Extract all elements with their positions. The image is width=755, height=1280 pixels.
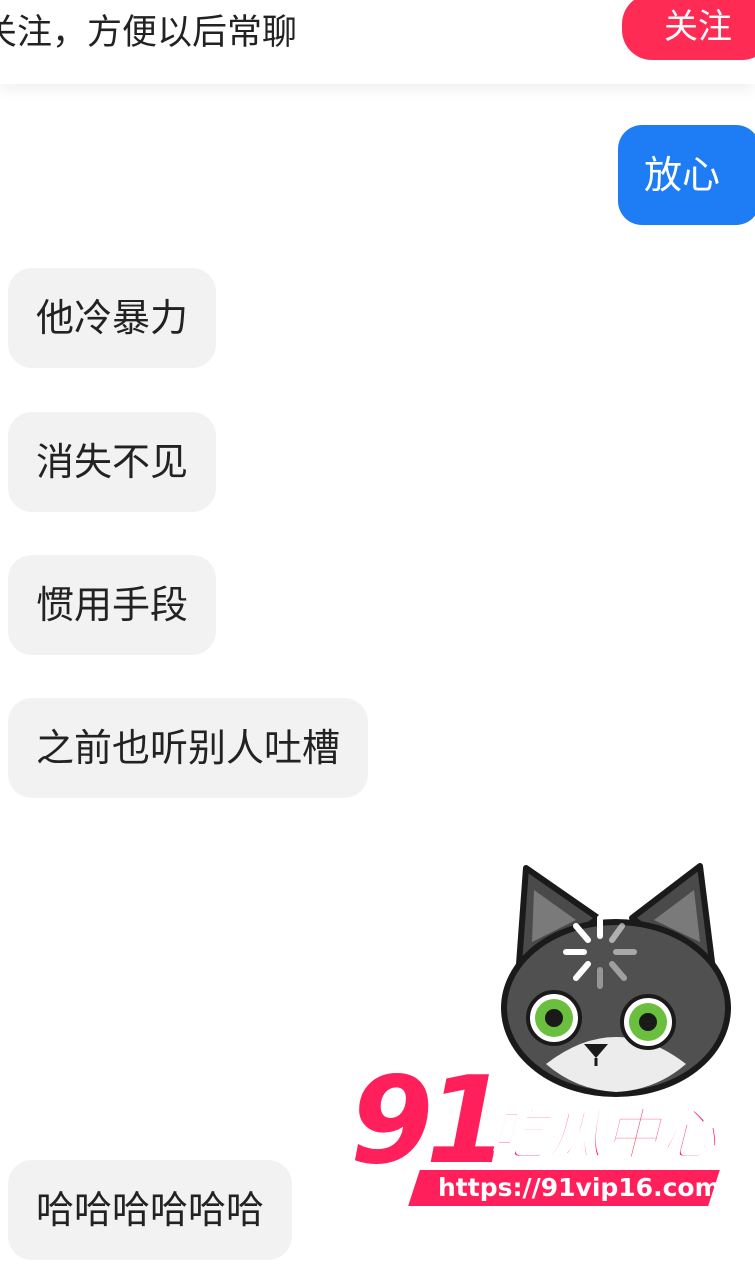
message-bubble-incoming[interactable]: 他冷暴力	[8, 268, 217, 368]
message-bubble-incoming[interactable]: 消失不见	[8, 412, 217, 512]
message-bubble-incoming[interactable]: 之前也听别人吐槽	[8, 698, 369, 798]
message-bubble-incoming[interactable]: 哈哈哈哈哈哈	[8, 1160, 293, 1260]
message-bubble-incoming[interactable]: 惯用手段	[8, 555, 217, 655]
follow-button[interactable]: 关注	[622, 0, 755, 60]
watermark-brand: 91	[350, 1052, 509, 1191]
chat-screen: 关注，方便以后常聊 关注 放心 他冷暴力 消失不见 惯用手段 之前也听别人吐槽	[0, 0, 755, 1280]
loading-cat-sticker-icon[interactable]	[496, 860, 736, 1100]
message-bubble-outgoing[interactable]: 放心	[618, 125, 755, 225]
watermark-title: 吃瓜中心	[489, 1103, 718, 1168]
watermark-logo: 91 吃瓜中心 https://91vip16.com	[350, 1062, 721, 1210]
follow-prompt-text: 关注，方便以后常聊	[0, 13, 298, 53]
follow-banner: 关注，方便以后常聊 关注	[0, 0, 755, 84]
watermark-url: https://91vip16.com	[438, 1173, 721, 1202]
cat-face-icon	[501, 863, 731, 1097]
